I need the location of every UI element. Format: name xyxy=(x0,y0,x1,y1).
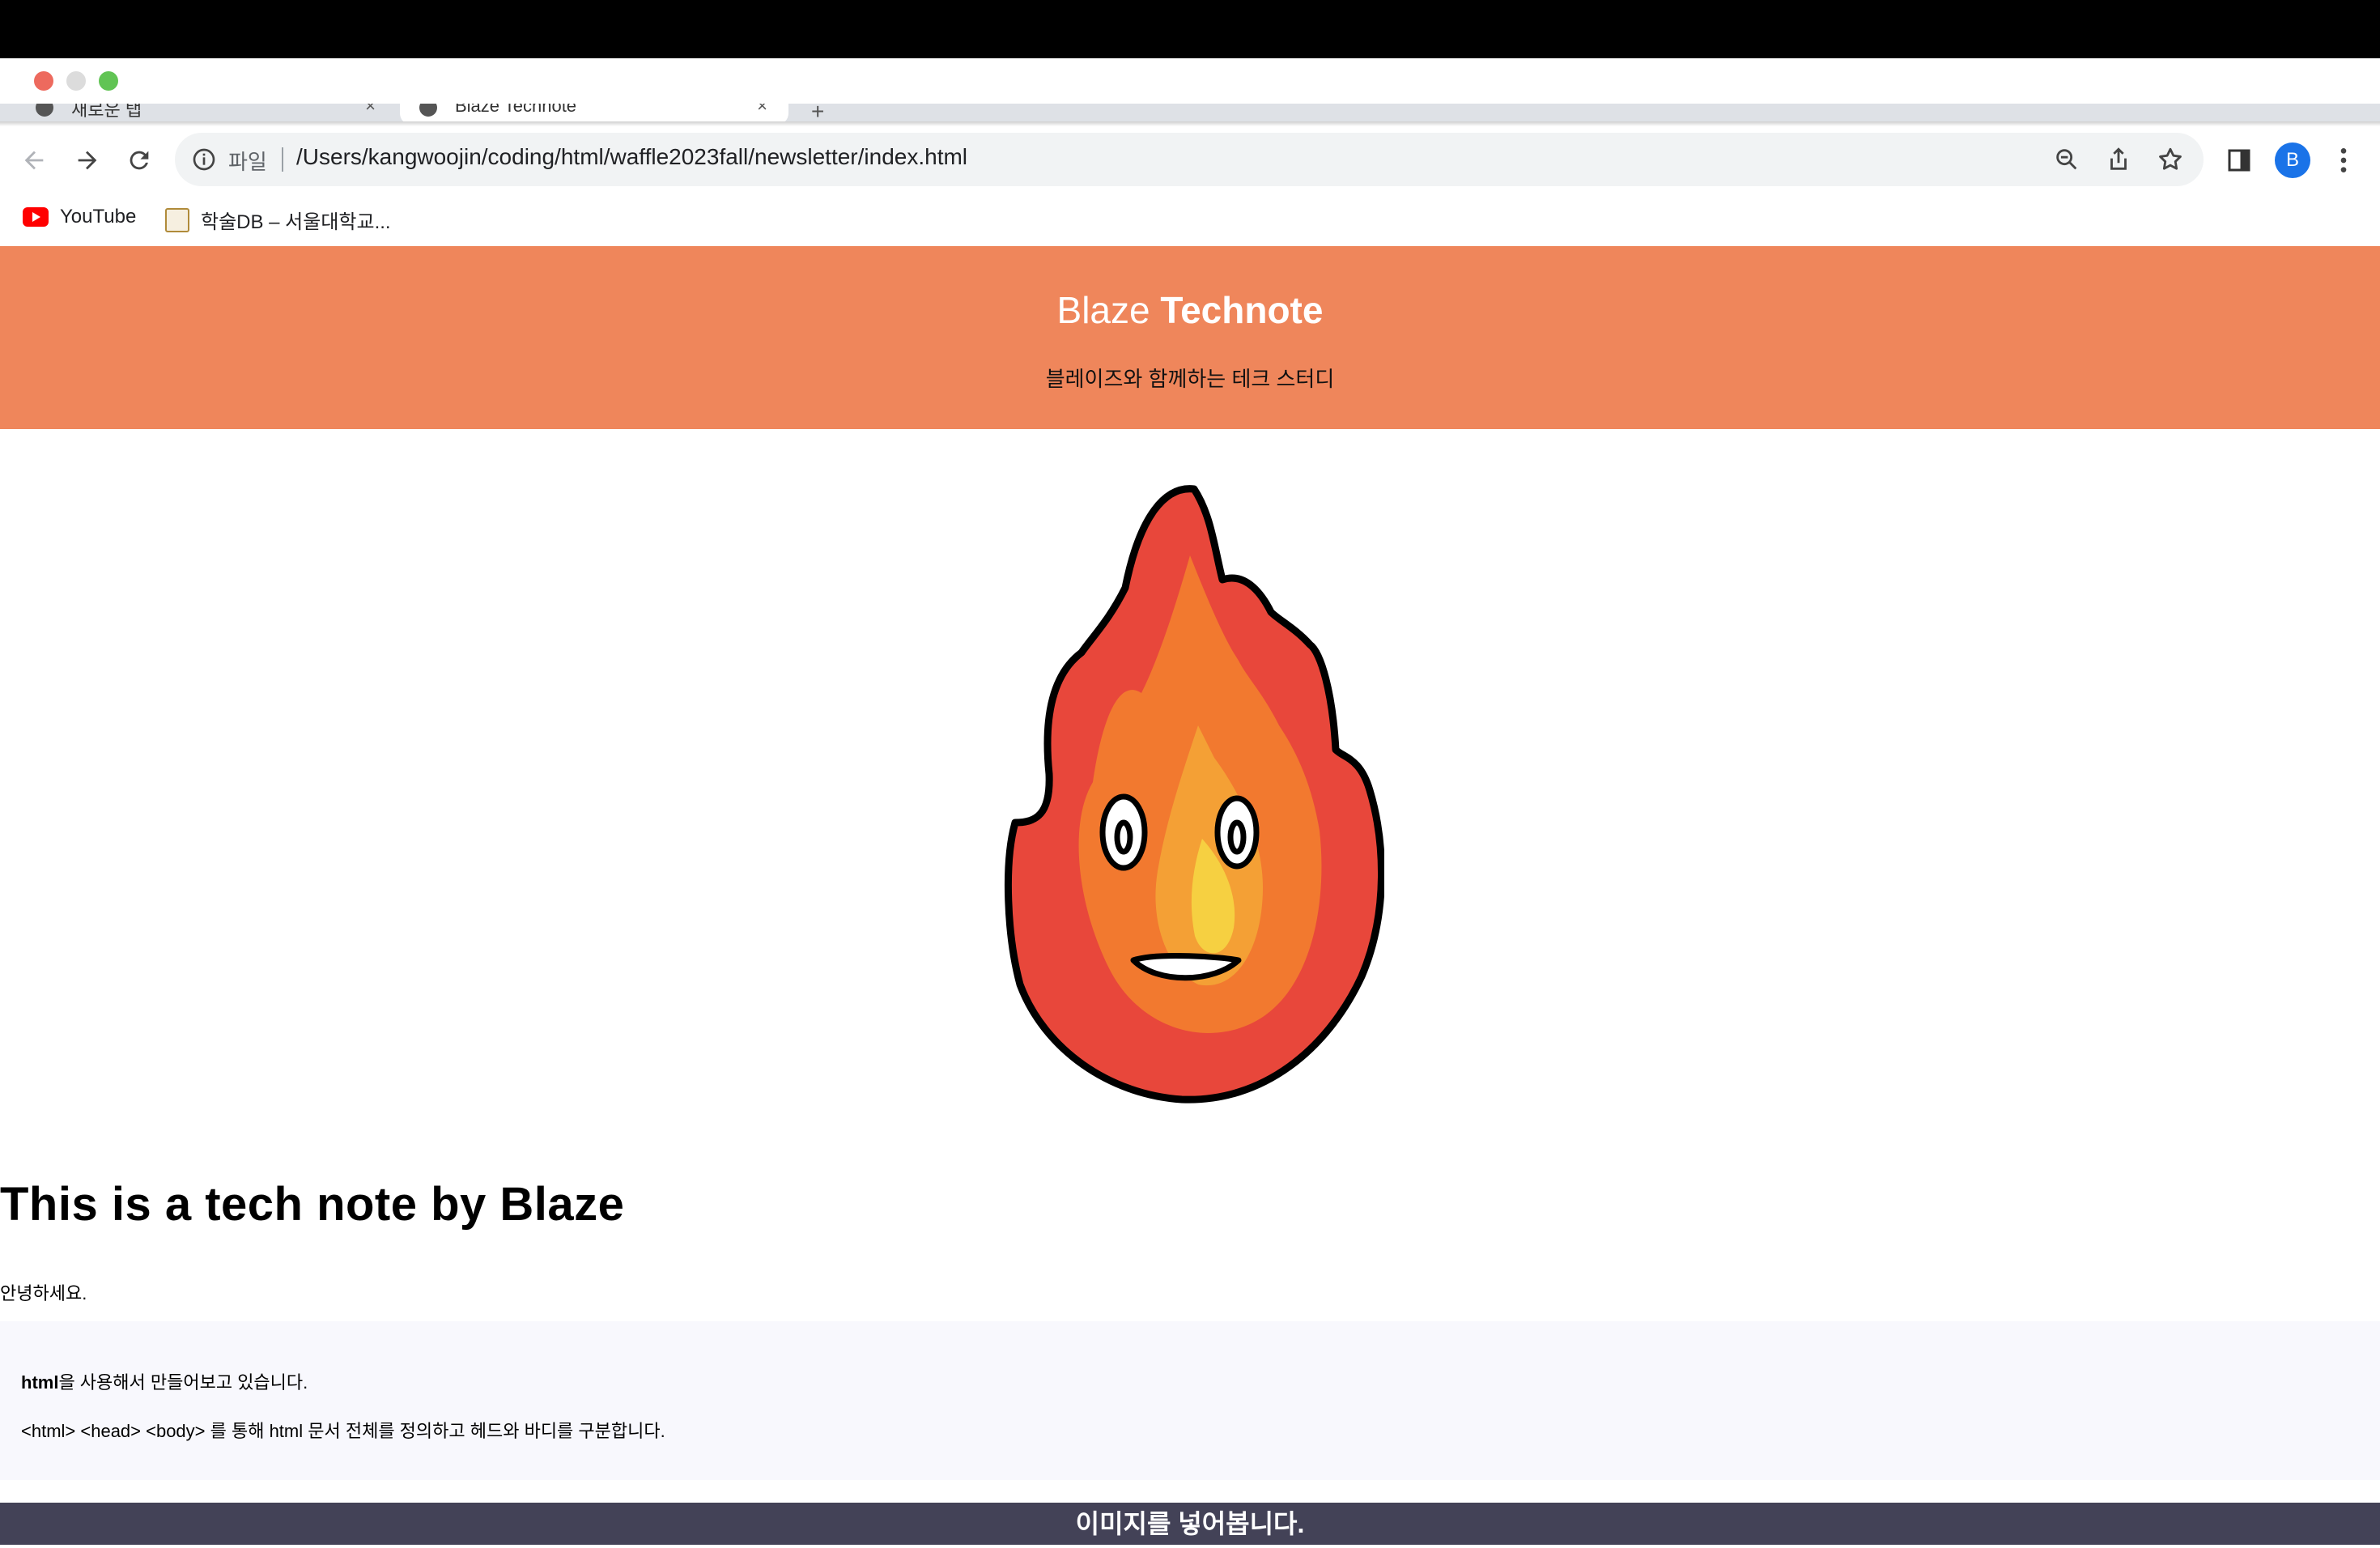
bookmark-label: YouTube xyxy=(60,206,137,228)
greeting-text: 안녕하세요. xyxy=(0,1283,87,1303)
tab-close-icon[interactable]: × xyxy=(365,104,376,117)
arrow-right-icon xyxy=(78,151,97,170)
menu-dots-icon[interactable] xyxy=(2331,144,2356,176)
site-brand: Blaze Technote xyxy=(0,288,2380,332)
brand-light: Blaze xyxy=(1056,289,1161,331)
side-panel-icon[interactable] xyxy=(2225,146,2254,175)
profile-avatar[interactable]: B xyxy=(2275,142,2310,178)
note-line-1-text: 을 사용해서 만들어보고 있습니다. xyxy=(58,1372,308,1393)
bookmark-folder-icon xyxy=(165,207,189,232)
reload-icon xyxy=(130,151,149,170)
bookmark-label: 학술DB – 서울대학교... xyxy=(201,211,391,233)
zoom-icon[interactable] xyxy=(2053,146,2080,173)
bookmarks-bar: YouTube 학술DB – 서울대학교... xyxy=(0,194,2380,246)
tab-favicon-icon xyxy=(36,104,53,117)
tab-title: Blaze Technote xyxy=(455,104,577,116)
note-keyword: html xyxy=(21,1372,59,1393)
image-section-banner: 이미지를 넣어봅니다. xyxy=(0,1503,2380,1545)
note-line-1: html을 사용해서 만들어보고 있습니다. xyxy=(21,1368,308,1394)
maximize-window-button[interactable] xyxy=(99,71,118,91)
reload-button[interactable] xyxy=(121,142,157,178)
star-icon[interactable] xyxy=(2157,146,2184,173)
address-separator xyxy=(282,147,283,172)
site-header: Blaze Technote 블레이즈와 함께하는 테크 스터디 xyxy=(0,246,2380,429)
flame-mascot-image xyxy=(1004,485,1384,1104)
url-text[interactable]: /Users/kangwoojin/coding/html/waffle2023… xyxy=(296,144,967,170)
page-title: This is a tech note by Blaze xyxy=(0,1178,625,1231)
scheme-label: 파일 xyxy=(228,150,267,174)
note-line-2: <html> <head> <body> 를 통해 html 문서 전체를 정의… xyxy=(21,1421,665,1441)
note-section: html을 사용해서 만들어보고 있습니다. <html> <head> <bo… xyxy=(0,1321,2380,1480)
youtube-icon xyxy=(23,207,49,227)
info-icon[interactable] xyxy=(191,147,217,172)
tab-title: 새로운 탭 xyxy=(71,104,142,120)
arrow-left-icon xyxy=(24,151,44,170)
address-bar[interactable]: 파일 /Users/kangwoojin/coding/html/waffle2… xyxy=(175,133,2204,186)
screen-top-bar xyxy=(0,0,2380,58)
banner-text: 이미지를 넣어봅니다. xyxy=(1075,1509,1305,1538)
bookmark-snu-db[interactable]: 학술DB – 서울대학교... xyxy=(165,206,391,234)
browser-toolbar: 파일 /Users/kangwoojin/coding/html/waffle2… xyxy=(0,126,2380,194)
brand-bold: Technote xyxy=(1160,289,1324,331)
tab-close-icon[interactable]: × xyxy=(757,104,767,117)
tab-favicon-icon xyxy=(419,104,437,117)
window-titlebar xyxy=(0,58,2380,104)
forward-button[interactable] xyxy=(70,142,105,178)
bookmark-youtube[interactable]: YouTube xyxy=(23,206,136,228)
site-tagline: 블레이즈와 함께하는 테크 스터디 xyxy=(1045,367,1335,391)
back-button[interactable] xyxy=(16,142,52,178)
share-icon[interactable] xyxy=(2105,146,2132,173)
close-window-button[interactable] xyxy=(34,71,53,91)
minimize-window-button[interactable] xyxy=(66,71,86,91)
